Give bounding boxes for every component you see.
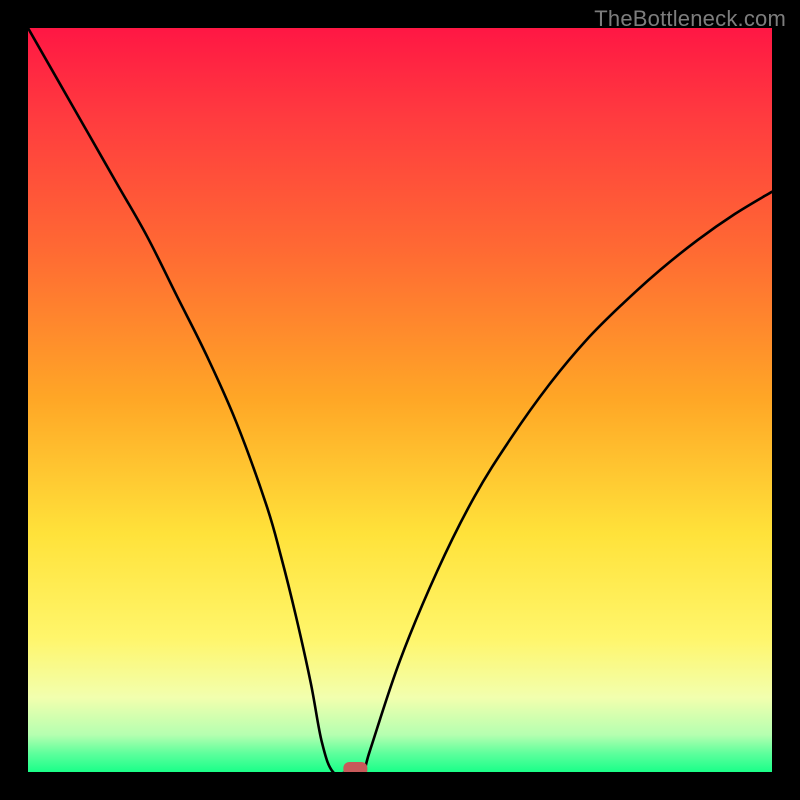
chart-svg (28, 28, 772, 772)
watermark-label: TheBottleneck.com (594, 6, 786, 32)
plot-area (28, 28, 772, 772)
marker-pill (343, 762, 367, 772)
chart-frame: TheBottleneck.com (0, 0, 800, 800)
